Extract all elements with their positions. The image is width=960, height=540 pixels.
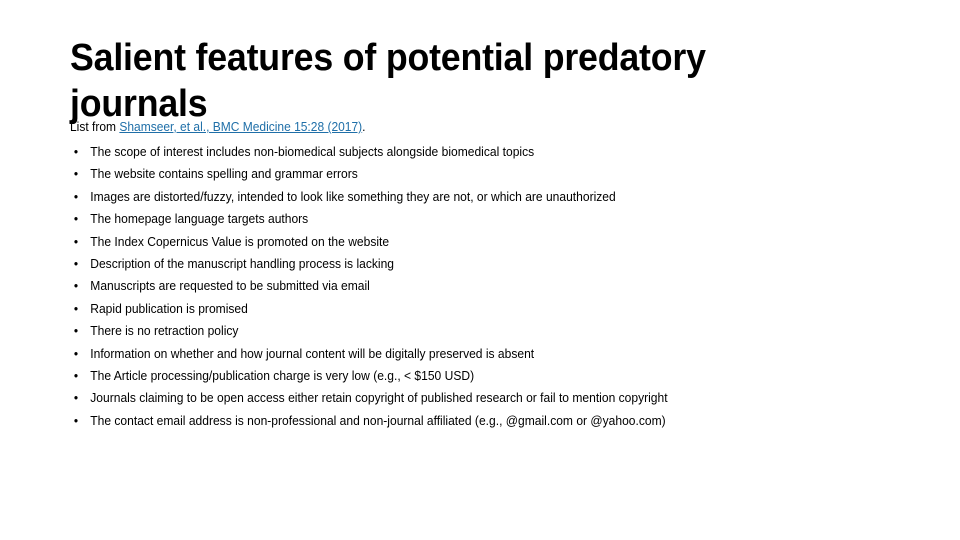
list-item: • The Article processing/publication cha… — [70, 365, 871, 387]
source-suffix-label: . — [362, 120, 366, 134]
list-item: • Rapid publication is promised — [70, 298, 871, 320]
source-citation-link[interactable]: Shamseer, et al., BMC Medicine 15:28 (20… — [119, 120, 362, 134]
source-attribution-line: List from Shamseer, et al., BMC Medicine… — [70, 118, 867, 137]
list-item-label: The scope of interest includes non-biome… — [90, 145, 535, 159]
bullet-icon: • — [73, 212, 79, 227]
list-item-label: Manuscripts are requested to be submitte… — [90, 279, 370, 294]
list-item-label: The contact email address is non-profess… — [90, 413, 666, 428]
list-item-label: The Article processing/publication charg… — [90, 368, 475, 383]
list-item: • Information on whether and how journal… — [70, 343, 871, 365]
slide-body: List from Shamseer, et al., BMC Medicine… — [70, 118, 900, 432]
predatory-features-list: • The scope of interest includes non-bio… — [70, 141, 900, 432]
list-item-label: Images are distorted/fuzzy, intended to … — [90, 189, 616, 204]
bullet-icon: • — [73, 324, 79, 339]
bullet-icon: • — [73, 167, 79, 182]
list-item: • The scope of interest includes non-bio… — [70, 141, 871, 163]
list-item: • Journals claiming to be open access ei… — [70, 387, 871, 409]
bullet-icon: • — [73, 413, 79, 428]
list-item-label: Information on whether and how journal c… — [90, 346, 535, 361]
list-item-label: Description of the manuscript handling p… — [90, 256, 394, 271]
list-item: • Description of the manuscript handling… — [70, 253, 871, 275]
bullet-icon: • — [73, 346, 79, 361]
source-prefix-label: List from — [70, 120, 120, 134]
bullet-icon: • — [73, 368, 79, 383]
list-item: • There is no retraction policy — [70, 320, 871, 342]
list-item-label: Rapid publication is promised — [90, 301, 248, 316]
list-item-label: Journals claiming to be open access eith… — [90, 391, 668, 406]
list-item-label: The Index Copernicus Value is promoted o… — [90, 234, 390, 249]
list-item: • The contact email address is non-profe… — [70, 410, 871, 432]
list-item: • Manuscripts are requested to be submit… — [70, 275, 871, 297]
bullet-icon: • — [73, 145, 79, 159]
slide-canvas: Salient features of potential predatory … — [0, 0, 960, 540]
list-item-label: The homepage language targets authors — [90, 212, 309, 227]
bullet-icon: • — [73, 301, 79, 316]
list-item: • The website contains spelling and gram… — [70, 163, 871, 185]
bullet-icon: • — [73, 256, 79, 271]
list-item: • Images are distorted/fuzzy, intended t… — [70, 186, 871, 208]
list-item: • The Index Copernicus Value is promoted… — [70, 231, 871, 253]
list-item: • The homepage language targets authors — [70, 208, 871, 230]
list-item-label: There is no retraction policy — [90, 324, 239, 339]
list-item-label: The website contains spelling and gramma… — [90, 167, 358, 182]
bullet-icon: • — [73, 391, 79, 406]
page-title: Salient features of potential predatory … — [70, 37, 716, 126]
bullet-icon: • — [73, 189, 79, 204]
bullet-icon: • — [73, 234, 79, 249]
bullet-icon: • — [73, 279, 79, 294]
